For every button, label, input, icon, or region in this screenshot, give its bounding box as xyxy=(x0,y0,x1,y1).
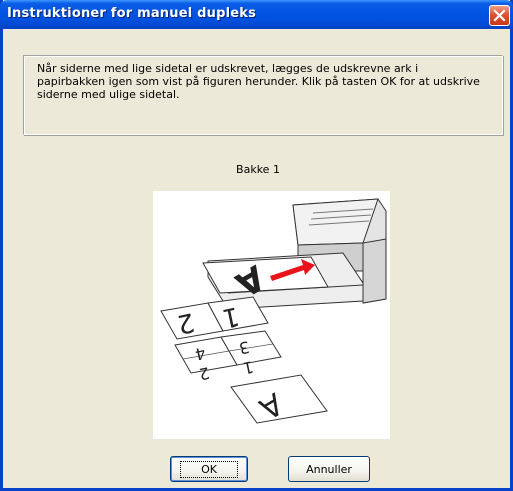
title-bar[interactable]: Instruktioner for manuel dupleks xyxy=(0,0,513,29)
ok-button[interactable]: OK xyxy=(170,456,248,482)
ok-button-label: OK xyxy=(180,460,238,478)
close-button[interactable] xyxy=(489,5,510,26)
dialog-window: Instruktioner for manuel dupleks Når sid… xyxy=(0,0,513,491)
printer-paper-tray-illustration: A 2 1 4 3 2 1 A xyxy=(160,198,387,426)
window-title: Instruktioner for manuel dupleks xyxy=(7,6,257,21)
message-panel: Når siderne med lige sidetal er udskreve… xyxy=(23,55,503,135)
instruction-text: Når siderne med lige sidetal er udskreve… xyxy=(37,62,480,101)
cancel-button[interactable]: Annuller xyxy=(288,456,370,482)
tray-label: Bakke 1 xyxy=(236,163,280,176)
close-icon xyxy=(493,9,506,22)
duplex-illustration: A 2 1 4 3 2 1 A xyxy=(153,191,390,439)
